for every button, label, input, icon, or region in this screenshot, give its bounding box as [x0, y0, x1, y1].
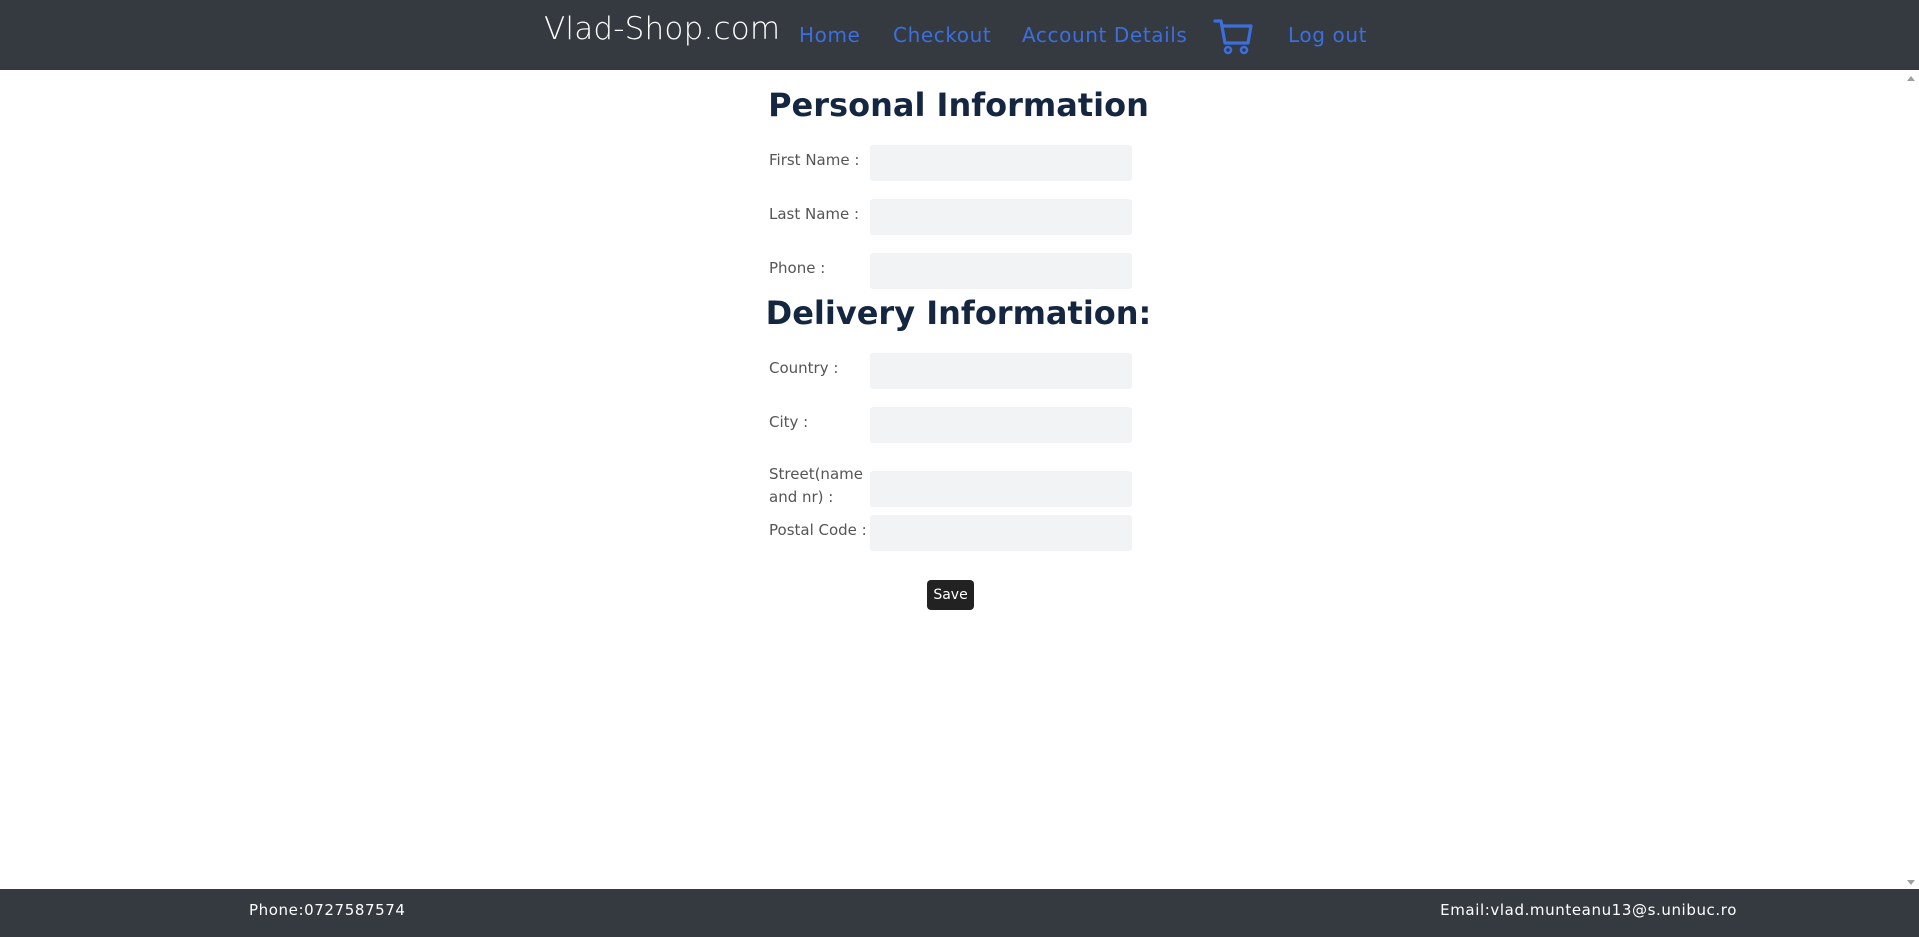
footer: Phone:0727587574 Email:vlad.munteanu13@s… — [0, 889, 1919, 937]
nav-logout-link[interactable]: Log out — [1288, 23, 1367, 47]
last-name-input[interactable] — [870, 199, 1132, 235]
scroll-up-arrow-icon[interactable] — [1907, 76, 1915, 81]
phone-input[interactable] — [870, 253, 1132, 289]
city-label: City : — [769, 413, 809, 431]
street-input[interactable] — [870, 471, 1132, 507]
delivery-information-heading: Delivery Information: — [765, 294, 1152, 332]
country-input[interactable] — [870, 353, 1132, 389]
save-button[interactable]: Save — [927, 580, 974, 610]
city-input[interactable] — [870, 407, 1132, 443]
footer-phone: Phone:0727587574 — [249, 901, 406, 919]
phone-label: Phone : — [769, 259, 826, 277]
brand-logo[interactable]: Vlad-Shop.com — [544, 11, 780, 47]
last-name-label: Last Name : — [769, 205, 860, 223]
postal-code-input[interactable] — [870, 515, 1132, 551]
street-label: Street(name and nr) : — [769, 465, 863, 506]
navbar: Vlad-Shop.com Home Checkout Account Deta… — [0, 0, 1919, 70]
personal-information-heading: Personal Information — [768, 86, 1149, 124]
postal-code-label: Postal Code : — [769, 521, 867, 539]
page-scrollbar[interactable] — [1903, 70, 1919, 889]
shopping-cart-icon[interactable] — [1213, 16, 1253, 56]
nav-account-details-link[interactable]: Account Details — [1022, 23, 1187, 47]
first-name-input[interactable] — [870, 145, 1132, 181]
scroll-down-arrow-icon[interactable] — [1907, 880, 1915, 885]
country-label: Country : — [769, 359, 839, 377]
nav-checkout-link[interactable]: Checkout — [893, 23, 991, 47]
first-name-label: First Name : — [769, 151, 860, 169]
nav-home-link[interactable]: Home — [799, 23, 860, 47]
footer-email: Email:vlad.munteanu13@s.unibuc.ro — [1440, 901, 1737, 919]
